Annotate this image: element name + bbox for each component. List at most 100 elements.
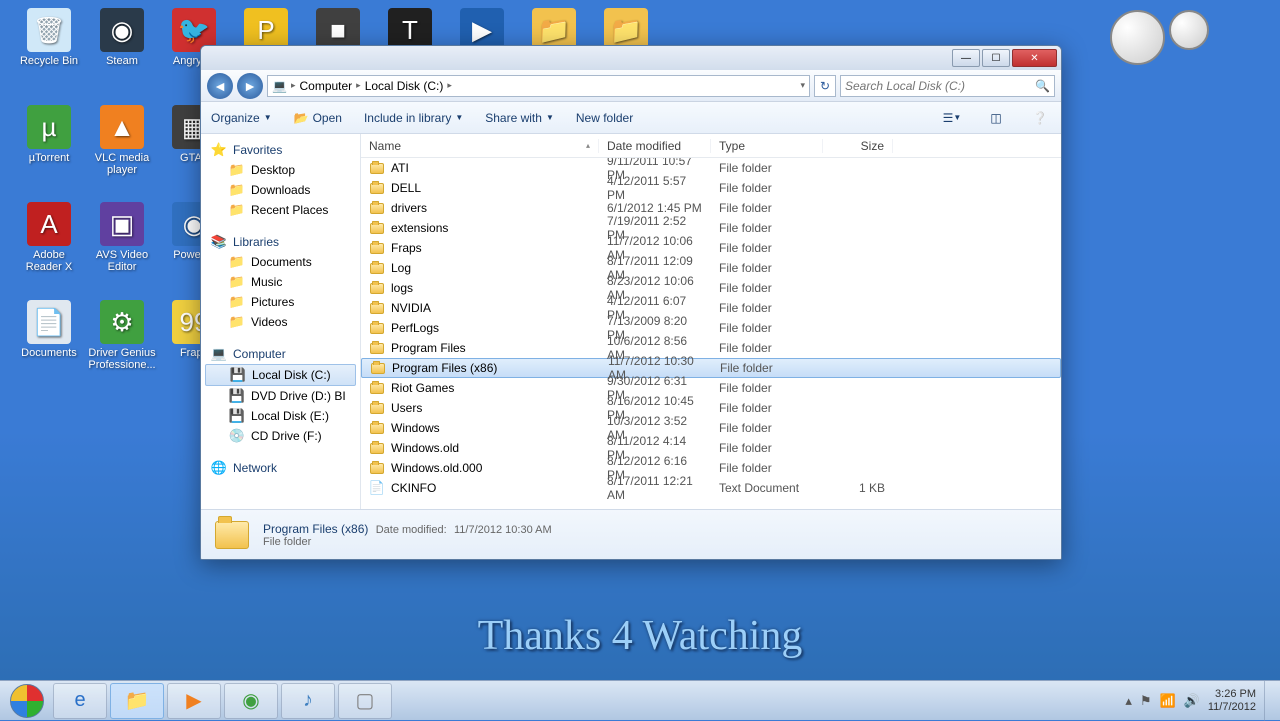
view-options-button[interactable]: ☰ ▼ <box>941 107 963 129</box>
chevron-right-icon[interactable]: ▸ <box>447 80 452 91</box>
column-size[interactable]: Size <box>823 139 893 153</box>
sidebar-item[interactable]: 📁Recent Places <box>201 200 360 220</box>
back-button[interactable]: ◄ <box>207 73 233 99</box>
forward-button[interactable]: ► <box>237 73 263 99</box>
show-desktop-button[interactable] <box>1264 681 1276 721</box>
sidebar-item[interactable]: 📁Pictures <box>201 292 360 312</box>
nav-bar: ◄ ► 💻 ▸ Computer ▸ Local Disk (C:) ▸ ▾ ↻… <box>201 70 1061 102</box>
file-list[interactable]: ATI9/11/2011 10:57 PMFile folderDELL4/12… <box>361 158 1061 509</box>
file-row[interactable]: Users8/16/2012 10:45 PMFile folder <box>361 398 1061 418</box>
file-row[interactable]: ATI9/11/2011 10:57 PMFile folder <box>361 158 1061 178</box>
sidebar-item[interactable]: 💾Local Disk (C:) <box>205 364 356 386</box>
network-icon[interactable]: 📶 <box>1160 693 1176 709</box>
help-button[interactable]: ❔ <box>1029 107 1051 129</box>
file-row[interactable]: Windows.old8/11/2012 4:14 PMFile folder <box>361 438 1061 458</box>
folder-icon <box>369 200 385 216</box>
folder-icon <box>369 440 385 456</box>
open-button[interactable]: 📂Open <box>294 111 342 125</box>
taskbar-button[interactable]: ▶ <box>167 683 221 719</box>
file-row[interactable]: Windows.old.0008/12/2012 6:16 PMFile fol… <box>361 458 1061 478</box>
sidebar-item[interactable]: 📁Music <box>201 272 360 292</box>
desktop-icon[interactable]: 📄Documents <box>15 300 83 359</box>
breadcrumb-computer[interactable]: Computer <box>299 79 352 93</box>
file-row[interactable]: extensions7/19/2011 2:52 PMFile folder <box>361 218 1061 238</box>
volume-icon[interactable]: 🔊 <box>1184 693 1200 709</box>
file-row[interactable]: Fraps11/7/2012 10:06 AMFile folder <box>361 238 1061 258</box>
column-date[interactable]: Date modified <box>599 139 711 153</box>
file-row[interactable]: Log8/17/2011 12:09 AMFile folder <box>361 258 1061 278</box>
search-box[interactable]: 🔍 <box>840 75 1055 97</box>
details-meta-value: 11/7/2012 10:30 AM <box>454 524 552 536</box>
search-input[interactable] <box>845 79 1035 93</box>
breadcrumb-localdisk[interactable]: Local Disk (C:) <box>365 79 444 93</box>
desktop-icon[interactable]: ▣AVS Video Editor <box>88 202 156 273</box>
include-library-menu[interactable]: Include in library▼ <box>364 111 463 125</box>
column-name[interactable]: Name▴ <box>361 139 599 153</box>
column-type[interactable]: Type <box>711 139 823 153</box>
desktop-icon[interactable]: ◉Steam <box>88 8 156 67</box>
file-row[interactable]: PerfLogs7/13/2009 8:20 PMFile folder <box>361 318 1061 338</box>
chevron-right-icon[interactable]: ▸ <box>356 80 361 91</box>
desktop-icon[interactable]: ▲VLC media player <box>88 105 156 176</box>
system-tray: ▴ ⚑ 📶 🔊 3:26 PM 11/7/2012 <box>1117 688 1264 714</box>
sidebar-item[interactable]: 📁Downloads <box>201 180 360 200</box>
details-subtitle: File folder <box>263 536 552 548</box>
search-icon[interactable]: 🔍 <box>1035 79 1050 93</box>
taskbar-button[interactable]: 📁 <box>110 683 164 719</box>
show-hidden-icons[interactable]: ▴ <box>1125 693 1132 709</box>
file-row[interactable]: NVIDIA4/12/2011 6:07 PMFile folder <box>361 298 1061 318</box>
file-row[interactable]: drivers6/1/2012 1:45 PMFile folder <box>361 198 1061 218</box>
sidebar-item[interactable]: 📁Documents <box>201 252 360 272</box>
desktop-icon[interactable]: 🗑Recycle Bin <box>15 8 83 67</box>
file-row[interactable]: DELL4/12/2011 5:57 PMFile folder <box>361 178 1061 198</box>
toolbar: Organize▼ 📂Open Include in library▼ Shar… <box>201 102 1061 134</box>
dropdown-arrow-icon[interactable]: ▸ <box>291 80 296 91</box>
file-row[interactable]: Riot Games9/30/2012 6:31 PMFile folder <box>361 378 1061 398</box>
column-headers: Name▴ Date modified Type Size <box>361 134 1061 158</box>
cpu-meter-gadget[interactable] <box>1110 10 1230 90</box>
desktop-icon[interactable]: µµTorrent <box>15 105 83 164</box>
folder-open-icon: 📂 <box>294 111 309 125</box>
folder-icon <box>213 516 251 554</box>
desktop-icon[interactable]: ⚙Driver Genius Professione... <box>88 300 156 371</box>
folder-icon <box>369 380 385 396</box>
action-center-icon[interactable]: ⚑ <box>1140 693 1152 709</box>
address-dropdown-icon[interactable]: ▾ <box>800 80 805 91</box>
taskbar-button[interactable]: ♪ <box>281 683 335 719</box>
file-row[interactable]: Program Files (x86)11/7/2012 10:30 AMFil… <box>361 358 1061 378</box>
sidebar-group-network[interactable]: 🌐Network <box>201 458 360 478</box>
desktop-icon[interactable]: AAdobe Reader X <box>15 202 83 273</box>
overlay-caption: Thanks 4 Watching <box>0 612 1280 660</box>
maximize-button[interactable]: ☐ <box>982 49 1010 67</box>
sidebar-group-libraries[interactable]: 📚Libraries <box>201 232 360 252</box>
taskbar-button[interactable]: ▢ <box>338 683 392 719</box>
sidebar-group-computer[interactable]: 💻Computer <box>201 344 360 364</box>
file-row[interactable]: logs8/23/2012 10:06 AMFile folder <box>361 278 1061 298</box>
clock[interactable]: 3:26 PM 11/7/2012 <box>1208 688 1256 714</box>
start-button[interactable] <box>4 683 50 719</box>
minimize-button[interactable]: — <box>952 49 980 67</box>
taskbar-button[interactable]: e <box>53 683 107 719</box>
refresh-button[interactable]: ↻ <box>814 75 836 97</box>
details-meta-label: Date modified: <box>376 524 447 536</box>
address-bar[interactable]: 💻 ▸ Computer ▸ Local Disk (C:) ▸ ▾ <box>267 75 810 97</box>
folder-icon <box>369 160 385 176</box>
folder-icon <box>369 340 385 356</box>
taskbar-button[interactable]: ◉ <box>224 683 278 719</box>
taskbar: e📁▶◉♪▢ ▴ ⚑ 📶 🔊 3:26 PM 11/7/2012 <box>0 680 1280 720</box>
windows-orb-icon <box>10 684 44 718</box>
organize-menu[interactable]: Organize▼ <box>211 111 272 125</box>
file-row[interactable]: 📄CKINFO8/17/2011 12:21 AMText Document1 … <box>361 478 1061 498</box>
sidebar-group-favorites[interactable]: ⭐Favorites <box>201 140 360 160</box>
sidebar-item[interactable]: 💿CD Drive (F:) <box>201 426 360 446</box>
close-button[interactable]: ✕ <box>1012 49 1057 67</box>
sidebar-item[interactable]: 💾Local Disk (E:) <box>201 406 360 426</box>
window-titlebar[interactable]: — ☐ ✕ <box>201 46 1061 70</box>
sidebar-item[interactable]: 📁Videos <box>201 312 360 332</box>
sidebar-item[interactable]: 💾DVD Drive (D:) BI <box>201 386 360 406</box>
share-with-menu[interactable]: Share with▼ <box>485 111 554 125</box>
sidebar-item[interactable]: 📁Desktop <box>201 160 360 180</box>
new-folder-button[interactable]: New folder <box>576 111 633 125</box>
file-row[interactable]: Windows10/3/2012 3:52 AMFile folder <box>361 418 1061 438</box>
preview-pane-button[interactable]: ◫ <box>985 107 1007 129</box>
